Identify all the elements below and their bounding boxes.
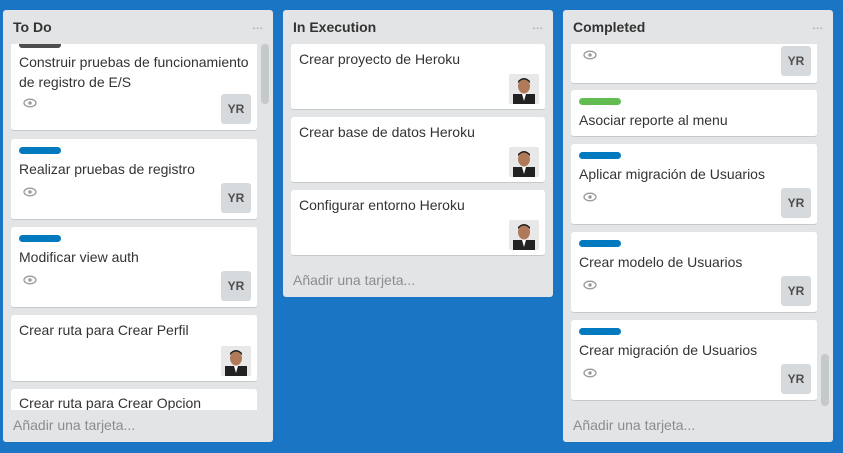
card-title: Crear ruta para Crear Opcion [19,395,202,410]
card[interactable]: YR [571,44,817,84]
card-label-blue [19,147,61,154]
card-title: Asociar reporte al menu [579,112,728,128]
eye-icon [583,50,597,60]
add-card-link[interactable]: Añadir una tarjeta... [293,272,415,288]
user-photo-icon[interactable] [509,220,539,250]
card-title: Crear ruta para Crear Perfil [19,322,189,338]
card-label-blue [579,328,621,335]
card[interactable]: Crear ruta para Crear Perfil [11,315,257,382]
card-label-blue [579,240,621,247]
list-title[interactable]: Completed [573,19,645,35]
member-avatar[interactable]: YR [781,46,811,76]
list-menu-button[interactable]: ... [812,18,823,31]
user-photo-icon[interactable] [509,74,539,104]
eye-icon [23,187,37,197]
member-avatar[interactable]: YR [221,94,251,124]
add-card-link[interactable]: Añadir una tarjeta... [13,417,135,433]
card[interactable]: Crear base de datos Heroku [291,117,545,183]
scrollbar[interactable] [261,44,269,406]
card-title: Crear modelo de Usuarios [579,254,743,270]
scrollbar[interactable] [821,44,829,406]
member-avatar[interactable]: YR [781,276,811,306]
list-completed: Completed ... YR Asociar reporte al menu… [563,10,833,442]
scrollbar-thumb[interactable] [821,354,829,406]
card[interactable]: Crear ruta para Crear Opcion [11,389,257,410]
card-list: YR Asociar reporte al menu Aplicar migra… [571,44,817,410]
card-title: Realizar pruebas de registro [19,161,195,177]
card[interactable]: Construir pruebas de funcionamiento de r… [11,44,257,131]
card-label-black [19,44,61,48]
card-list: Construir pruebas de funcionamiento de r… [11,44,257,410]
card[interactable]: Crear proyecto de Heroku [291,44,545,110]
card-label-green [579,98,621,105]
list-title[interactable]: To Do [13,19,52,35]
member-avatar[interactable]: YR [781,364,811,394]
user-photo-icon[interactable] [509,147,539,177]
list-header[interactable]: Completed ... [563,10,833,44]
card-title: Crear base de datos Heroku [299,124,475,140]
card-title: Configurar entorno Heroku [299,197,465,213]
eye-icon [583,192,597,202]
card[interactable]: Configurar entorno Heroku [291,190,545,256]
member-avatar[interactable]: YR [781,188,811,218]
eye-icon [23,98,37,108]
list-header[interactable]: To Do ... [3,10,273,44]
card-title: Modificar view auth [19,249,139,265]
card[interactable]: Realizar pruebas de registro YR [11,139,257,220]
card[interactable]: Modificar view auth YR [11,227,257,308]
scrollbar-thumb[interactable] [261,44,269,104]
card[interactable]: Crear modelo de Usuarios YR [571,232,817,313]
card-label-blue [19,235,61,242]
user-photo-icon[interactable] [221,346,251,376]
card-title: Aplicar migración de Usuarios [579,166,765,182]
card-list: Crear proyecto de Heroku Crear base de d… [291,44,545,265]
member-avatar[interactable]: YR [221,271,251,301]
add-card-link[interactable]: Añadir una tarjeta... [573,417,695,433]
list-title[interactable]: In Execution [293,19,376,35]
list-menu-button[interactable]: ... [532,18,543,31]
list-menu-button[interactable]: ... [252,18,263,31]
eye-icon [583,280,597,290]
card-label-blue [579,152,621,159]
card-title: Construir pruebas de funcionamiento de r… [19,54,249,90]
list-in-execution: In Execution ... Crear proyecto de Herok… [283,10,553,297]
card[interactable]: Aplicar migración de Usuarios YR [571,144,817,225]
eye-icon [23,275,37,285]
card-title: Crear proyecto de Heroku [299,51,461,67]
card-title: Crear migración de Usuarios [579,342,758,358]
member-avatar[interactable]: YR [221,183,251,213]
eye-icon [583,368,597,378]
card[interactable]: Asociar reporte al menu [571,90,817,137]
list-header[interactable]: In Execution ... [283,10,553,44]
list-to-do: To Do ... Construir pruebas de funcionam… [3,10,273,442]
card[interactable]: Crear migración de Usuarios YR [571,320,817,401]
